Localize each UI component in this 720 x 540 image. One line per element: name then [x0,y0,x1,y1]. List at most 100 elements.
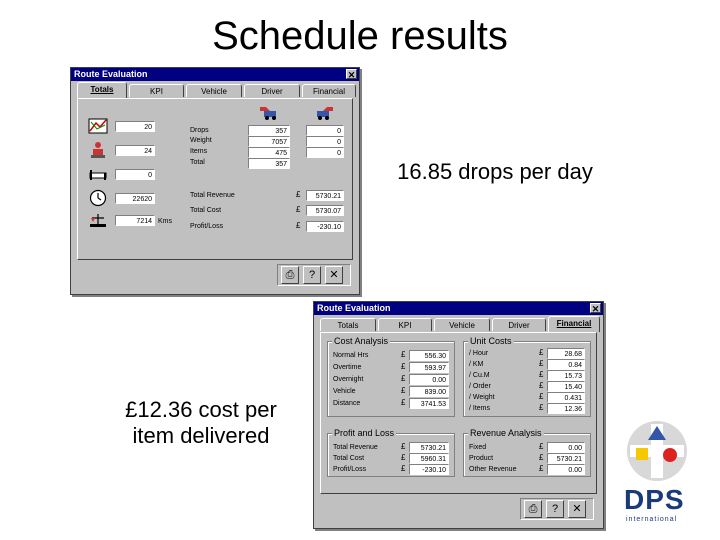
currency-symbol: £ [401,374,406,383]
cost-label: Overnight [333,376,364,383]
bed-icon [89,170,107,180]
currency-symbol: £ [401,350,406,359]
pl-label: Profit/Loss [333,466,367,473]
currency-symbol: £ [401,362,406,371]
weight-a: 7057 [248,136,290,147]
currency-symbol: £ [539,464,544,473]
window-title: Route Evaluation [317,303,391,313]
revenue-value: 0.00 [547,464,585,475]
row-label-total: Total [190,159,205,166]
tab-vehicle[interactable]: Vehicle [434,318,490,331]
row-label-weight: Weight [190,137,212,144]
fin-label-cost: Total Cost [190,207,222,214]
cost-caption: £12.36 cost per item delivered [125,397,277,449]
tab-driver[interactable]: Driver [492,318,546,331]
cost-value: 593.97 [409,362,449,373]
route-evaluation-window-totals: Route Evaluation ✕ Totals KPI Vehicle Dr… [70,67,360,295]
unit-value: 0.84 [547,359,585,370]
cost-label: Vehicle [333,388,356,395]
unit-label: / Order [469,383,491,390]
drops-a: 357 [248,125,290,136]
unit-value: 0.431 [547,392,585,403]
unit-label: / Items [469,405,491,412]
unit-label: / Hour [469,350,489,357]
currency-symbol: £ [401,442,406,451]
tab-driver[interactable]: Driver [244,84,300,97]
tab-totals[interactable]: Totals [77,82,127,98]
print-icon[interactable]: ⎙ [281,266,299,284]
cost-label: Distance [333,400,361,407]
button-bar: ⎙ ? ✕ [277,264,351,286]
close-icon[interactable]: ✕ [590,303,601,314]
fin-cost-value: 5730.07 [306,205,344,216]
row-label-drops: Drops [190,127,209,134]
unit-value: 12.36 [547,403,585,414]
group-title: Unit Costs [468,336,514,346]
tab-panel: 20 24 0 22620 7214 Kms Drops 357 0 Weigh… [77,98,353,260]
weight-b: 0 [306,136,344,147]
window-titlebar[interactable]: Route Evaluation ✕ [314,302,603,315]
currency-symbol: £ [539,442,544,451]
help-icon[interactable]: ? [303,266,321,284]
pl-value: 5960.31 [409,453,449,464]
van-icon [260,107,276,120]
cost-value: 3741.53 [409,398,449,409]
currency-symbol: £ [539,392,544,401]
unit-value: 15.40 [547,381,585,392]
currency-symbol: £ [539,348,544,357]
fin-revenue-value: 5730.21 [306,190,344,201]
stat-field-2: 24 [115,145,155,156]
logo-subtext: international [626,516,678,523]
close-icon[interactable]: ✕ [325,266,343,284]
unit-value: 15.73 [547,370,585,381]
route-evaluation-window-financial: Route Evaluation ✕ Totals KPI Vehicle Dr… [313,301,604,529]
scale-icon [90,214,106,227]
row-label-items: Items [190,148,208,155]
items-b: 0 [306,147,344,158]
tab-panel: Cost Analysis Unit Costs Profit and Loss… [320,332,597,494]
fin-label-revenue: Total Revenue [190,192,235,199]
currency-symbol: £ [539,381,544,390]
close-icon[interactable]: ✕ [346,69,357,80]
revenue-label: Fixed [469,444,487,451]
pl-label: Total Revenue [333,444,378,451]
currency-symbol: £ [296,205,301,214]
pl-label: Total Cost [333,455,365,462]
unit-label: / KM [469,361,484,368]
currency-symbol: £ [401,453,406,462]
close-icon[interactable]: ✕ [568,500,586,518]
currency-symbol: £ [401,464,406,473]
tab-kpi[interactable]: KPI [378,318,432,331]
revenue-value: 5730.21 [547,453,585,464]
cost-value: 556.30 [409,350,449,361]
cost-value: 839.00 [409,386,449,397]
button-bar: ⎙ ? ✕ [520,498,594,520]
tab-totals[interactable]: Totals [320,318,376,331]
dps-logo: DPS international [622,418,692,528]
currency-symbol: £ [296,190,301,199]
cost-label: Overtime [333,364,362,371]
currency-symbol: £ [401,398,406,407]
tab-vehicle[interactable]: Vehicle [186,84,242,97]
tab-financial[interactable]: Financial [302,84,356,97]
currency-symbol: £ [539,370,544,379]
tab-kpi[interactable]: KPI [129,84,184,97]
clock-icon [89,189,107,207]
drops-b: 0 [306,125,344,136]
help-icon[interactable]: ? [546,500,564,518]
window-titlebar[interactable]: Route Evaluation ✕ [71,68,359,81]
pl-value: -230.10 [409,464,449,475]
dps-logo-mark [627,421,687,481]
total-a: 357 [248,158,290,169]
revenue-label: Product [469,455,494,462]
print-icon[interactable]: ⎙ [524,500,542,518]
logo-text: DPS [624,484,685,515]
slide-title: Schedule results [212,14,508,58]
unit-label: / Weight [469,394,495,401]
cost-value: 0.00 [409,374,449,385]
stat-field-5: 7214 [115,215,155,226]
cost-label: Normal Hrs [333,352,369,359]
items-a: 475 [248,147,290,158]
stat-field-3: 0 [115,169,155,180]
tab-financial[interactable]: Financial [548,316,600,332]
